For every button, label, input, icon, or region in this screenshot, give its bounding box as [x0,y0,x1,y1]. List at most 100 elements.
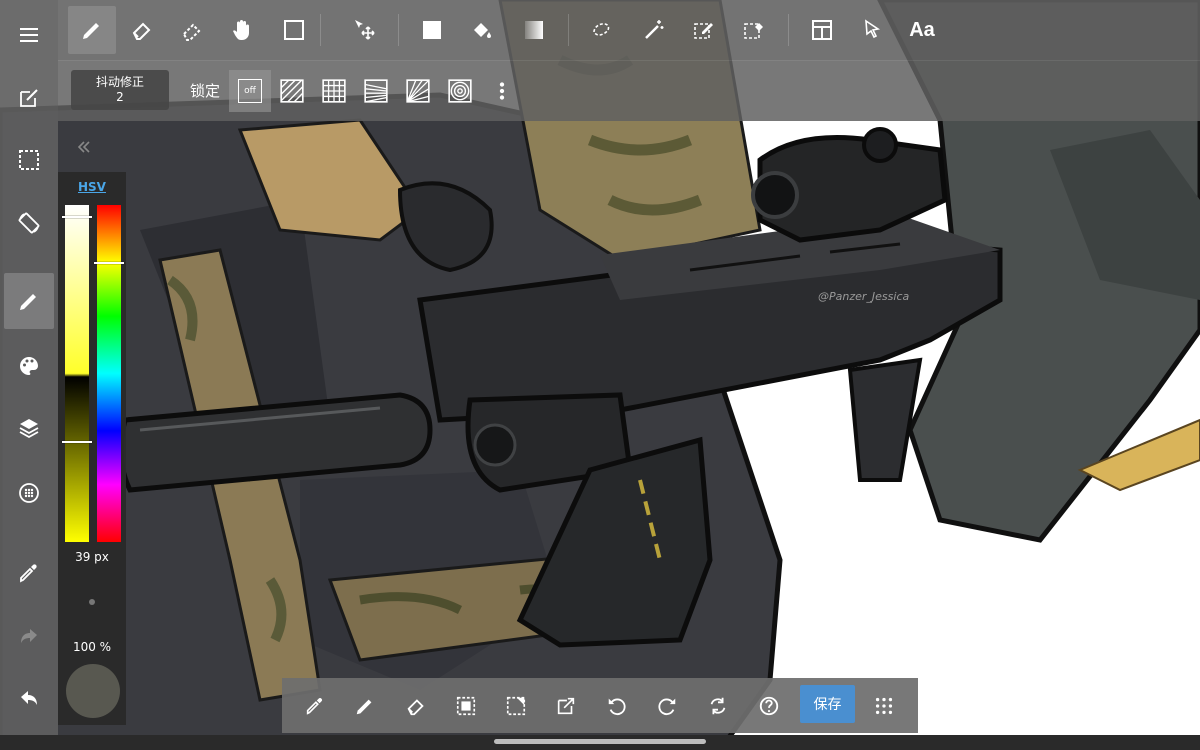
bottom-toolbar: 保存 [282,678,918,733]
sv-marker-top[interactable] [62,216,92,218]
lock-parallel-button[interactable] [271,70,313,112]
hue-marker[interactable] [94,262,124,264]
opacity-label[interactable]: 100 % [58,640,126,654]
menu-icon [17,23,41,47]
blur-eraser-icon [180,18,204,42]
system-nav-bar [0,735,1200,750]
lock-perspective-button[interactable] [355,70,397,112]
more-vert-icon [489,78,515,104]
select-eraser-icon [742,18,766,42]
grid-dots-icon [873,695,895,717]
separator [568,14,569,46]
gradient-icon [522,18,546,42]
color-mode-tab[interactable]: HSV [58,180,126,194]
rotate-screen-button[interactable] [4,195,54,251]
separator [320,14,321,46]
menu-button[interactable] [4,7,54,63]
lasso-tool[interactable] [578,6,626,54]
stabilizer-button[interactable]: 抖动修正 2 [71,70,169,110]
eraser-icon [405,695,427,717]
pencil-tool[interactable] [68,6,116,54]
transform-action[interactable] [545,685,587,727]
filled-square-icon [420,18,444,42]
eyedropper-icon [304,695,326,717]
brush-options-bar: 抖动修正 2 锁定 off [58,60,1200,121]
flip-action[interactable] [697,685,739,727]
palette-button[interactable] [4,338,54,394]
palette-icon [17,354,41,378]
dots-circle-icon [17,481,41,505]
more-grid-button[interactable] [863,685,905,727]
pointer-icon [860,18,884,42]
top-toolbar: Aa [58,0,1200,60]
frame-divider-icon [810,18,834,42]
brush-size-preview [89,599,95,605]
magic-wand-icon [642,18,666,42]
lock-grid-button[interactable] [313,70,355,112]
redo-action[interactable] [646,685,688,727]
grid-icon [321,78,347,104]
separator [788,14,789,46]
shape-tool[interactable] [270,6,318,54]
lock-concentric-button[interactable] [439,70,481,112]
frame-divider-tool[interactable] [798,6,846,54]
current-color-swatch[interactable] [66,664,120,718]
hand-icon [230,18,254,42]
collapse-panel-button[interactable] [70,133,98,161]
fill-rect-tool[interactable] [408,6,456,54]
left-toolbar [0,0,58,735]
deselect-action[interactable] [495,685,537,727]
rotate-ccw-icon [606,695,628,717]
perspective-icon [363,78,389,104]
eyedropper-icon [17,561,41,585]
save-button[interactable]: 保存 [800,685,855,723]
sv-marker-bottom[interactable] [62,441,92,443]
eyedropper-action[interactable] [294,685,336,727]
concentric-circles-icon [447,78,473,104]
pencil-icon [80,18,104,42]
signature: @Panzer_Jessica [818,290,909,303]
hue-slider[interactable] [97,205,121,542]
pen-action[interactable] [344,685,386,727]
lock-radial-button[interactable] [397,70,439,112]
brush-settings-button[interactable] [4,465,54,521]
select-pen-tool[interactable] [680,6,728,54]
help-action[interactable] [748,685,790,727]
home-indicator[interactable] [494,739,706,744]
gradient-tool[interactable] [510,6,558,54]
redo-icon [17,624,41,648]
edit-button[interactable] [4,70,54,126]
brush-button[interactable] [4,273,54,329]
more-options-button[interactable] [481,70,523,112]
selection-button[interactable] [4,132,54,188]
stabilizer-label: 抖动修正 [95,75,144,89]
undo-action[interactable] [596,685,638,727]
undo-button[interactable] [4,670,54,726]
pointer-tool[interactable] [848,6,896,54]
deselect-icon [505,695,527,717]
selection-icon [17,148,41,172]
move-tool[interactable] [340,6,388,54]
flip-sync-icon [707,695,729,717]
select-all-icon [455,695,477,717]
eraser-tool[interactable] [118,6,166,54]
saturation-value-slider[interactable] [65,205,89,542]
blur-tool[interactable] [168,6,216,54]
bucket-tool[interactable] [458,6,506,54]
text-tool[interactable]: Aa [898,6,946,54]
redo-button[interactable] [4,608,54,664]
eyedropper-button[interactable] [4,545,54,601]
magic-wand-tool[interactable] [630,6,678,54]
eraser-action[interactable] [395,685,437,727]
hand-tool[interactable] [218,6,266,54]
undo-icon [17,686,41,710]
select-all-action[interactable] [445,685,487,727]
move-cursor-icon [352,18,376,42]
text-icon: Aa [909,18,935,41]
layers-button[interactable] [4,400,54,456]
select-eraser-tool[interactable] [730,6,778,54]
transform-icon [555,695,577,717]
brush-icon [17,289,41,313]
lock-off-button[interactable]: off [229,70,271,112]
brush-size-label[interactable]: 39 px [58,550,126,564]
